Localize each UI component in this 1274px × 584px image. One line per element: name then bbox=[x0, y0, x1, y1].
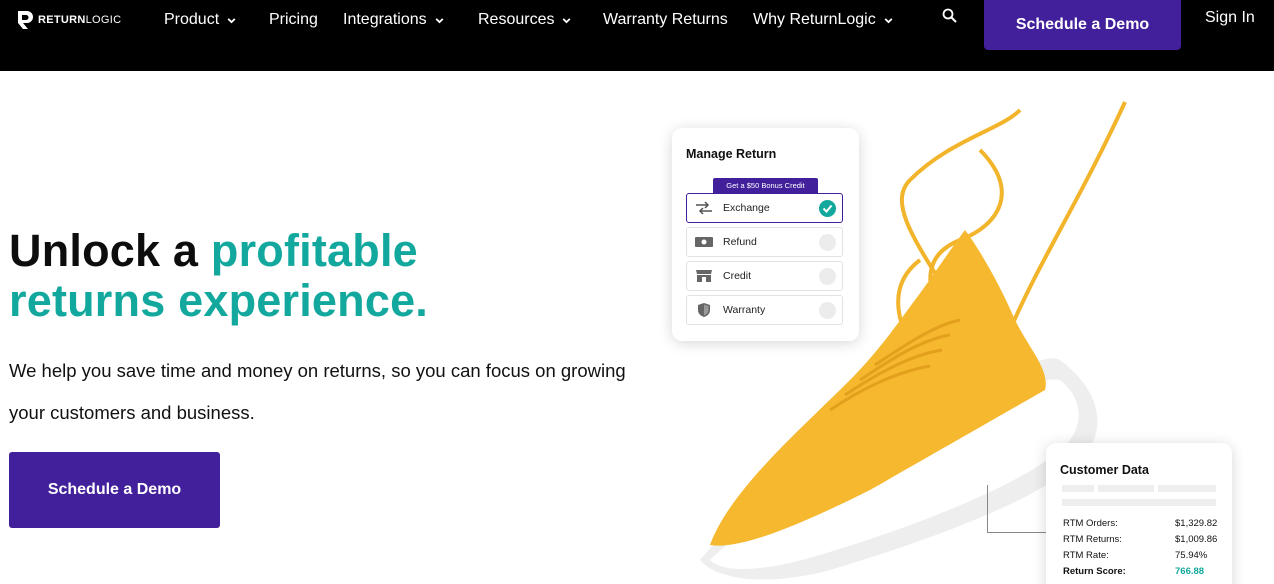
manage-return-title: Manage Return bbox=[686, 147, 777, 161]
nav-item-label: Integrations bbox=[343, 11, 427, 28]
row-label: Return Score: bbox=[1063, 566, 1126, 577]
nav-item-label: Why ReturnLogic bbox=[753, 11, 876, 28]
checkmark-icon bbox=[819, 200, 836, 217]
nav-item-label: Resources bbox=[478, 11, 555, 28]
connector-line bbox=[987, 485, 1047, 533]
bonus-credit-badge: Get a $50 Bonus Credit bbox=[713, 178, 818, 193]
exchange-arrows-icon bbox=[693, 200, 715, 216]
radio-button[interactable] bbox=[819, 268, 836, 285]
returnlogic-logo-icon bbox=[18, 11, 33, 29]
chevron-down-icon bbox=[884, 17, 893, 23]
customer-data-row: RTM Rate: 75.94% bbox=[1063, 550, 1221, 561]
return-option-label: Credit bbox=[723, 270, 752, 282]
customer-data-card: Customer Data RTM Orders: $1,329.82 RTM … bbox=[1046, 443, 1232, 584]
sign-in-link[interactable]: Sign In bbox=[1205, 9, 1255, 27]
cash-icon bbox=[693, 234, 715, 250]
customer-data-row: RTM Returns: $1,009.86 bbox=[1063, 534, 1221, 545]
logo-text-bold: RETURN bbox=[38, 14, 86, 26]
placeholder-bar bbox=[1062, 499, 1216, 506]
hero-title-part1: Unlock a bbox=[9, 225, 211, 276]
store-icon bbox=[693, 268, 715, 284]
shield-icon bbox=[693, 302, 715, 318]
top-navbar: RETURNLOGIC Product Pricing Integrations… bbox=[0, 0, 1274, 71]
nav-item-label: Pricing bbox=[269, 11, 318, 28]
return-option-exchange[interactable]: Exchange bbox=[686, 193, 843, 223]
row-value: $1,009.86 bbox=[1175, 534, 1218, 545]
logo-text-light: LOGIC bbox=[85, 14, 122, 26]
row-label: RTM Rate: bbox=[1063, 550, 1109, 561]
manage-return-card: Manage Return Get a $50 Bonus Credit Exc… bbox=[672, 128, 859, 341]
nav-item-product[interactable]: Product bbox=[164, 9, 237, 31]
row-label: RTM Returns: bbox=[1063, 534, 1122, 545]
radio-button[interactable] bbox=[819, 302, 836, 319]
row-value: $1,329.82 bbox=[1175, 518, 1218, 529]
return-option-label: Refund bbox=[723, 236, 757, 248]
return-option-credit[interactable]: Credit bbox=[686, 261, 843, 291]
hero-title-highlight-2: returns experience. bbox=[9, 275, 428, 326]
return-option-warranty[interactable]: Warranty bbox=[686, 295, 843, 325]
placeholder-bar bbox=[1062, 485, 1094, 492]
hero-title: Unlock a profitable returns experience. bbox=[9, 226, 629, 326]
customer-data-row: Return Score: 766.88 bbox=[1063, 566, 1221, 577]
chevron-down-icon bbox=[563, 17, 571, 23]
placeholder-bar bbox=[1098, 485, 1154, 492]
radio-button[interactable] bbox=[819, 234, 836, 251]
placeholder-bar bbox=[1158, 485, 1216, 492]
customer-data-title: Customer Data bbox=[1060, 463, 1149, 477]
returnlogic-logo[interactable]: RETURNLOGIC bbox=[16, 9, 121, 31]
search-icon[interactable] bbox=[941, 7, 959, 25]
nav-item-label: Warranty Returns bbox=[603, 11, 728, 28]
chevron-down-icon bbox=[435, 17, 444, 23]
hero-title-highlight: profitable bbox=[210, 225, 418, 276]
nav-item-label: Product bbox=[164, 11, 220, 28]
hero-subtitle: We help you save time and money on retur… bbox=[9, 360, 626, 423]
chevron-down-icon bbox=[227, 17, 236, 23]
return-option-refund[interactable]: Refund bbox=[686, 227, 843, 257]
nav-item-why-returnlogic[interactable]: Why ReturnLogic bbox=[753, 9, 894, 31]
row-label: RTM Orders: bbox=[1063, 518, 1118, 529]
return-score-value: 766.88 bbox=[1175, 566, 1205, 577]
nav-item-resources[interactable]: Resources bbox=[478, 9, 572, 31]
nav-item-warranty-returns[interactable]: Warranty Returns bbox=[603, 9, 728, 31]
return-option-label: Warranty bbox=[723, 304, 766, 316]
row-value: 75.94% bbox=[1175, 550, 1208, 561]
schedule-demo-hero-button[interactable]: Schedule a Demo bbox=[9, 452, 220, 528]
return-option-label: Exchange bbox=[723, 202, 770, 214]
customer-data-row: RTM Orders: $1,329.82 bbox=[1063, 518, 1221, 529]
nav-item-integrations[interactable]: Integrations bbox=[343, 9, 445, 31]
nav-item-pricing[interactable]: Pricing bbox=[269, 9, 318, 31]
schedule-demo-nav-button[interactable]: Schedule a Demo bbox=[984, 0, 1181, 50]
